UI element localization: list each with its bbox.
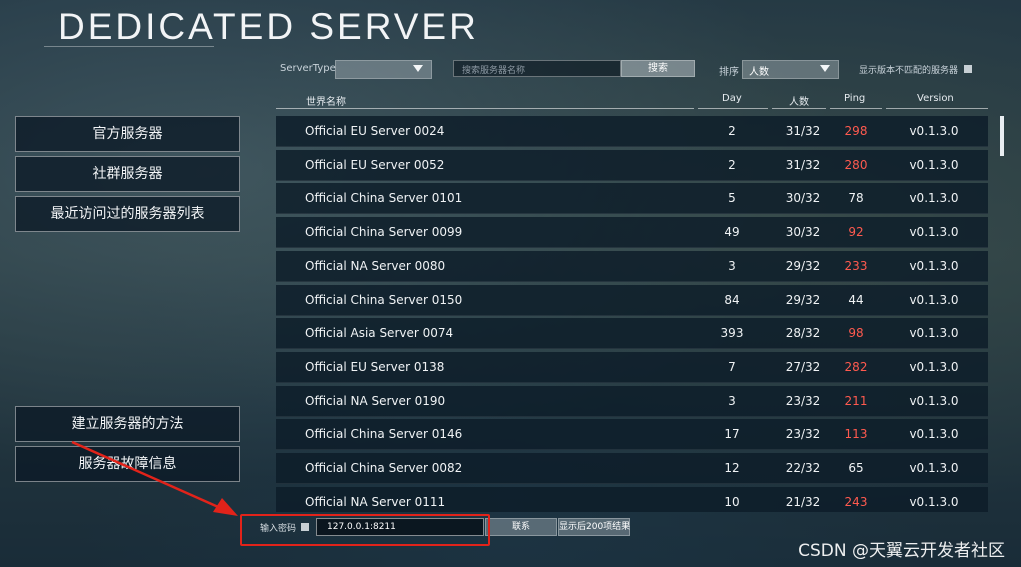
watermark: CSDN @天翼云开发者社区 — [798, 541, 1005, 561]
annotation-arrow-icon — [71, 440, 238, 516]
